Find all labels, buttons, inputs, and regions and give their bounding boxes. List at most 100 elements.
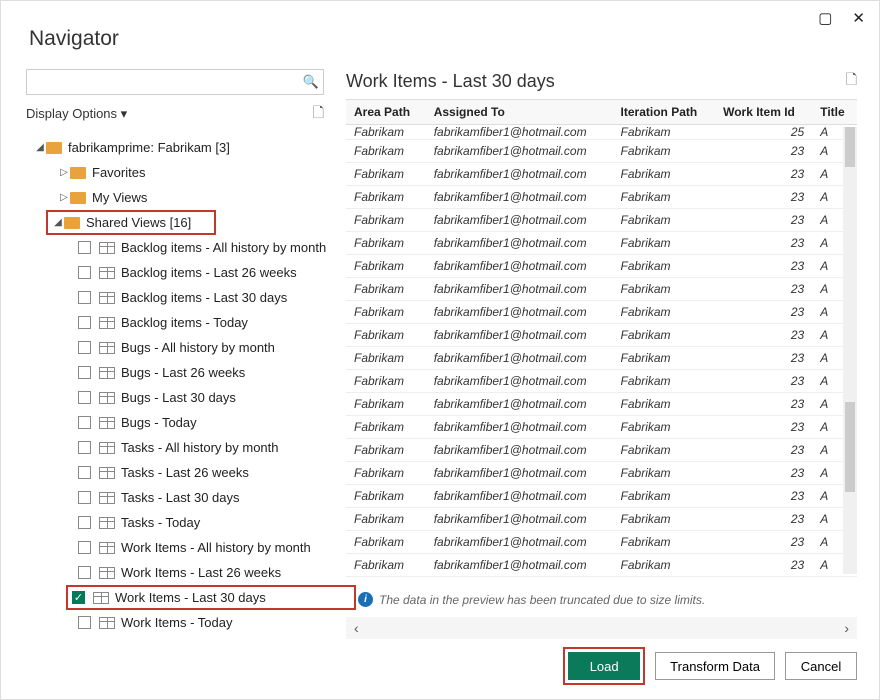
view-icon <box>99 492 115 504</box>
caret-icon[interactable]: ▷ <box>58 167 70 178</box>
checkbox[interactable] <box>78 416 91 429</box>
table-row[interactable]: Fabrikamfabrikamfiber1@hotmail.comFabrik… <box>346 554 857 577</box>
tree-label: Shared Views [16] <box>86 215 191 230</box>
column-header[interactable]: Assigned To <box>426 100 613 125</box>
scroll-thumb[interactable] <box>845 402 855 492</box>
column-header[interactable]: Work Item Id <box>715 100 812 125</box>
tree-item[interactable]: Tasks - All history by month <box>26 435 336 460</box>
add-column-icon[interactable]: 🗋 <box>846 69 857 93</box>
checkbox[interactable] <box>78 266 91 279</box>
column-header[interactable]: Iteration Path <box>613 100 716 125</box>
table-row[interactable]: Fabrikamfabrikamfiber1@hotmail.comFabrik… <box>346 531 857 554</box>
tree-myviews[interactable]: ▷ My Views <box>26 185 336 210</box>
checkbox[interactable] <box>78 366 91 379</box>
search-field[interactable] <box>27 75 299 89</box>
view-icon <box>99 517 115 529</box>
refresh-icon[interactable]: 🗋 <box>313 102 324 126</box>
view-icon <box>99 367 115 379</box>
table-row[interactable]: Fabrikamfabrikamfiber1@hotmail.comFabrik… <box>346 370 857 393</box>
tree-item-label: Backlog items - Today <box>121 315 248 330</box>
checkbox[interactable] <box>78 316 91 329</box>
table-row[interactable]: Fabrikamfabrikamfiber1@hotmail.comFabrik… <box>346 232 857 255</box>
tree-item[interactable]: ✓Work Items - Last 30 days <box>66 585 356 610</box>
caret-icon[interactable]: ◢ <box>34 142 46 153</box>
tree-item-label: Bugs - Last 26 weeks <box>121 365 245 380</box>
navigator-tree-pane: 🔍 Display Options ▾ 🗋 ◢ fabrikamprime: F… <box>26 69 346 639</box>
checkbox[interactable] <box>78 516 91 529</box>
table-row[interactable]: Fabrikamfabrikamfiber1@hotmail.comFabrik… <box>346 416 857 439</box>
table-row[interactable]: Fabrikamfabrikamfiber1@hotmail.comFabrik… <box>346 186 857 209</box>
truncated-notice: i The data in the preview has been trunc… <box>358 592 857 607</box>
view-icon <box>99 467 115 479</box>
table-row[interactable]: Fabrikamfabrikamfiber1@hotmail.comFabrik… <box>346 324 857 347</box>
tree-item[interactable]: Backlog items - Last 30 days <box>26 285 336 310</box>
tree-item[interactable]: Bugs - Last 26 weeks <box>26 360 336 385</box>
table-row[interactable]: Fabrikamfabrikamfiber1@hotmail.comFabrik… <box>346 163 857 186</box>
checkbox[interactable] <box>78 391 91 404</box>
table-row[interactable]: Fabrikamfabrikamfiber1@hotmail.comFabrik… <box>346 508 857 531</box>
view-icon <box>99 417 115 429</box>
table-row[interactable]: Fabrikamfabrikamfiber1@hotmail.comFabrik… <box>346 485 857 508</box>
tree-item[interactable]: Work Items - Last 26 weeks <box>26 560 336 585</box>
checkbox[interactable] <box>78 466 91 479</box>
display-options-dropdown[interactable]: Display Options ▾ <box>26 106 127 122</box>
checkbox[interactable] <box>78 241 91 254</box>
search-input[interactable]: 🔍 <box>26 69 324 95</box>
table-row[interactable]: Fabrikamfabrikamfiber1@hotmail.comFabrik… <box>346 209 857 232</box>
checkbox[interactable] <box>78 541 91 554</box>
tree-item[interactable]: Tasks - Last 30 days <box>26 485 336 510</box>
checkbox[interactable] <box>78 566 91 579</box>
tree-item[interactable]: Tasks - Today <box>26 510 336 535</box>
tree-root[interactable]: ◢ fabrikamprime: Fabrikam [3] <box>26 135 336 160</box>
transform-data-button[interactable]: Transform Data <box>655 652 775 680</box>
caret-icon[interactable]: ◢ <box>52 217 64 228</box>
table-row[interactable]: Fabrikamfabrikamfiber1@hotmail.comFabrik… <box>346 439 857 462</box>
table-row[interactable]: Fabrikamfabrikamfiber1@hotmail.comFabrik… <box>346 393 857 416</box>
view-icon <box>99 442 115 454</box>
tree-item[interactable]: Work Items - All history by month <box>26 535 336 560</box>
cancel-button[interactable]: Cancel <box>785 652 857 680</box>
load-button[interactable]: Load <box>568 652 640 680</box>
view-icon <box>99 292 115 304</box>
tree-shared-views[interactable]: ◢ Shared Views [16] <box>46 210 216 235</box>
scroll-thumb[interactable] <box>845 127 855 167</box>
search-icon[interactable]: 🔍 <box>299 74 323 90</box>
table-row[interactable]: Fabrikamfabrikamfiber1@hotmail.comFabrik… <box>346 301 857 324</box>
table-row[interactable]: Fabrikamfabrikamfiber1@hotmail.comFabrik… <box>346 125 857 140</box>
folder-icon <box>70 192 86 204</box>
column-header[interactable]: Title <box>812 100 857 125</box>
close-icon[interactable]: ✕ <box>852 9 865 27</box>
tree-item-label: Tasks - Last 30 days <box>121 490 240 505</box>
tree-item[interactable]: Tasks - Last 26 weeks <box>26 460 336 485</box>
checkbox[interactable] <box>78 491 91 504</box>
table-row[interactable]: Fabrikamfabrikamfiber1@hotmail.comFabrik… <box>346 140 857 163</box>
tree-item[interactable]: Work Items - Today <box>26 610 336 635</box>
tree-item[interactable]: Backlog items - Last 26 weeks <box>26 260 336 285</box>
table-row[interactable]: Fabrikamfabrikamfiber1@hotmail.comFabrik… <box>346 347 857 370</box>
vertical-scrollbar[interactable] <box>843 127 857 574</box>
tree-item[interactable]: Bugs - Today <box>26 410 336 435</box>
view-icon <box>99 317 115 329</box>
column-header[interactable]: Area Path <box>346 100 426 125</box>
checkbox[interactable] <box>78 441 91 454</box>
tree-favorites[interactable]: ▷ Favorites <box>26 160 336 185</box>
checkbox[interactable] <box>78 341 91 354</box>
checkbox[interactable]: ✓ <box>72 591 85 604</box>
tree-item[interactable]: Bugs - Last 30 days <box>26 385 336 410</box>
view-icon <box>93 592 109 604</box>
tree-item[interactable]: Backlog items - Today <box>26 310 336 335</box>
scroll-right-icon[interactable]: › <box>844 620 849 636</box>
checkbox[interactable] <box>78 291 91 304</box>
preview-title: Work Items - Last 30 days <box>346 71 555 92</box>
horizontal-scrollbar[interactable]: ‹ › <box>346 617 857 639</box>
table-row[interactable]: Fabrikamfabrikamfiber1@hotmail.comFabrik… <box>346 462 857 485</box>
folder-icon <box>70 167 86 179</box>
table-row[interactable]: Fabrikamfabrikamfiber1@hotmail.comFabrik… <box>346 255 857 278</box>
maximize-icon[interactable]: ▢ <box>818 9 832 27</box>
tree-item[interactable]: Backlog items - All history by month <box>26 235 336 260</box>
scroll-left-icon[interactable]: ‹ <box>354 620 359 636</box>
caret-icon[interactable]: ▷ <box>58 192 70 203</box>
checkbox[interactable] <box>78 616 91 629</box>
table-row[interactable]: Fabrikamfabrikamfiber1@hotmail.comFabrik… <box>346 278 857 301</box>
tree-item[interactable]: Bugs - All history by month <box>26 335 336 360</box>
